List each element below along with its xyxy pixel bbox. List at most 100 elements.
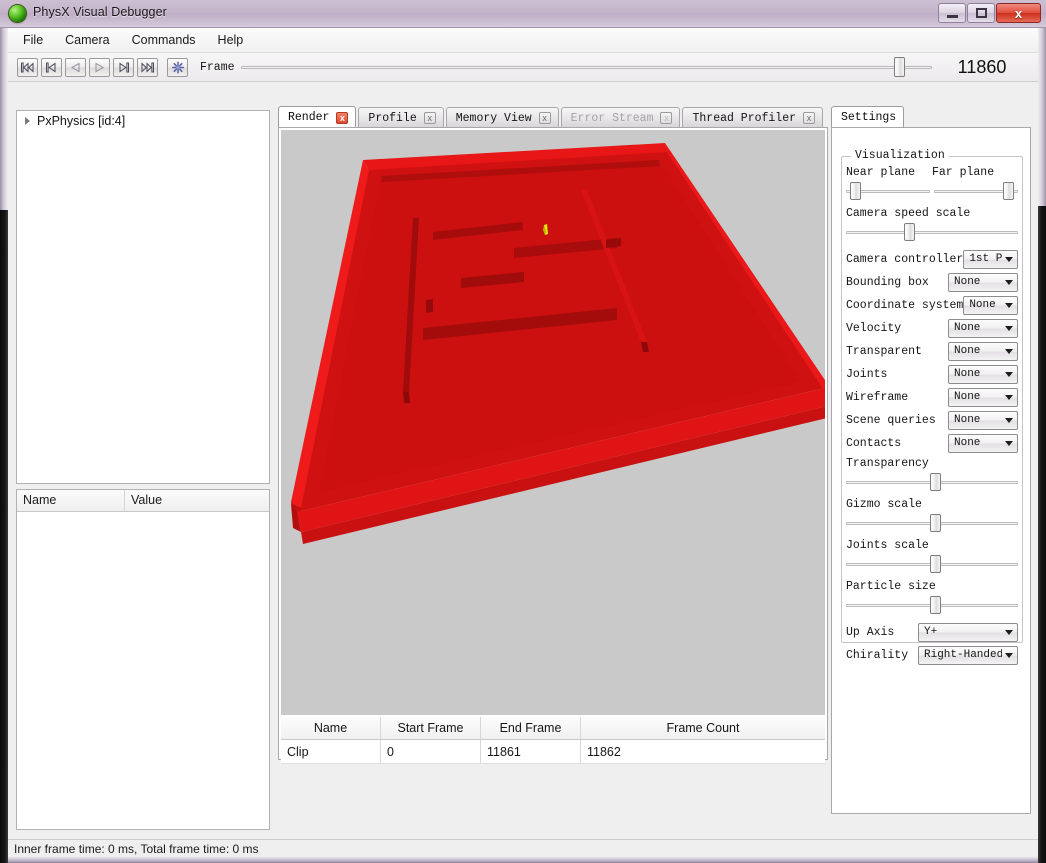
coordinate-system-value: None — [969, 299, 996, 311]
table-row[interactable]: Clip 0 11861 11862 — [281, 740, 825, 764]
camera-speed-slider-track[interactable] — [846, 231, 1018, 234]
frame-slider-thumb[interactable] — [893, 57, 905, 77]
chirality-value: Right-Handed — [924, 649, 1002, 661]
properties-column-value[interactable]: Value — [125, 490, 269, 511]
play-button[interactable] — [89, 57, 110, 77]
camera-speed-slider-thumb[interactable] — [904, 223, 915, 241]
step-back-button[interactable] — [41, 57, 62, 77]
close-button[interactable]: x — [996, 3, 1041, 23]
camera-controller-row: Camera controller 1st Pers — [846, 248, 1018, 270]
tab-settings[interactable]: Settings — [831, 106, 905, 128]
tab-settings-label: Settings — [841, 111, 897, 124]
tab-profile[interactable]: Profile x — [358, 107, 444, 128]
tab-thread-profiler[interactable]: Thread Profiler x — [682, 107, 824, 128]
chevron-down-icon — [1005, 371, 1013, 377]
chevron-down-icon — [1005, 440, 1013, 446]
chirality-label: Chirality — [846, 648, 909, 662]
left-panel: PxPhysics [id:4] Name Value — [8, 82, 270, 839]
wireframe-select[interactable]: None — [948, 387, 1018, 407]
status-text: Inner frame time: 0 ms, Total frame time… — [14, 841, 259, 856]
menu-help[interactable]: Help — [209, 30, 253, 50]
chevron-down-icon — [1005, 417, 1013, 423]
near-plane-slider[interactable] — [846, 181, 930, 201]
tab-render-close-icon[interactable]: x — [336, 111, 349, 124]
menu-file[interactable]: File — [14, 30, 52, 50]
tab-error-stream[interactable]: Error Stream x — [560, 107, 681, 128]
play-reverse-button[interactable] — [65, 57, 86, 77]
contacts-row: Contacts None — [846, 432, 1018, 454]
chirality-select[interactable]: Right-Handed — [918, 645, 1018, 665]
chevron-right-icon[interactable] — [25, 117, 30, 125]
render-viewport[interactable] — [281, 130, 825, 715]
clip-column-name[interactable]: Name — [281, 717, 381, 739]
particle-size-slider[interactable] — [846, 595, 1018, 615]
tab-render-label: Render — [288, 111, 330, 124]
settings-tab-bar: Settings — [831, 106, 1031, 128]
step-forward-button[interactable] — [113, 57, 134, 77]
tree-item-pxphysics[interactable]: PxPhysics [id:4] — [17, 111, 269, 131]
up-axis-select[interactable]: Y+ — [918, 622, 1018, 642]
tab-memory-view-close-icon[interactable]: x — [538, 112, 551, 124]
window-shadow-right — [1038, 206, 1046, 863]
skip-to-start-button[interactable] — [17, 57, 38, 77]
joints-select[interactable]: None — [948, 364, 1018, 384]
bounding-box-select[interactable]: None — [948, 272, 1018, 292]
clip-column-start-frame[interactable]: Start Frame — [381, 717, 481, 739]
skip-to-end-icon — [141, 61, 154, 73]
camera-speed-slider[interactable] — [846, 222, 1018, 242]
tab-memory-view[interactable]: Memory View x — [445, 107, 559, 128]
restore-button[interactable] — [967, 3, 995, 23]
wireframe-row: Wireframe None — [846, 386, 1018, 408]
contacts-select[interactable]: None — [948, 433, 1018, 453]
camera-speed-label: Camera speed scale — [846, 207, 971, 220]
near-plane-label: Near plane — [846, 166, 916, 179]
tab-profile-label: Profile — [368, 111, 417, 125]
wireframe-label: Wireframe — [846, 390, 909, 404]
frame-slider-track[interactable] — [240, 66, 932, 69]
joints-scale-slider-thumb[interactable] — [930, 555, 941, 573]
tab-error-stream-close-icon[interactable]: x — [660, 112, 673, 124]
velocity-select[interactable]: None — [948, 318, 1018, 338]
transparent-label: Transparent — [846, 344, 922, 358]
particle-size-slider-thumb[interactable] — [930, 596, 941, 614]
skip-to-end-button[interactable] — [137, 57, 158, 77]
camera-controller-select[interactable]: 1st Pers — [963, 249, 1018, 269]
gizmo-scale-slider[interactable] — [846, 513, 1018, 533]
joints-scale-slider[interactable] — [846, 554, 1018, 574]
tab-thread-profiler-close-icon[interactable]: x — [803, 112, 816, 124]
properties-column-name[interactable]: Name — [17, 490, 125, 511]
physx-logo-icon — [9, 5, 26, 22]
status-bar: Inner frame time: 0 ms, Total frame time… — [8, 839, 1038, 857]
clip-cell-start-frame: 0 — [381, 740, 481, 764]
far-plane-slider[interactable] — [934, 181, 1018, 201]
menu-commands[interactable]: Commands — [123, 30, 205, 50]
physics-scene-render — [281, 130, 825, 715]
frame-label: Frame — [200, 60, 235, 74]
coordinate-system-select[interactable]: None — [963, 295, 1018, 315]
clip-column-end-frame[interactable]: End Frame — [481, 717, 581, 739]
menu-bar: File Camera Commands Help — [8, 28, 1038, 53]
tab-profile-close-icon[interactable]: x — [423, 112, 436, 124]
far-plane-slider-thumb[interactable] — [1003, 182, 1014, 200]
visualization-group-content: Near plane Far plane Camera speed scale … — [846, 166, 1018, 667]
joints-scale-label: Joints scale — [846, 539, 929, 552]
coordinate-system-row: Coordinate system None — [846, 294, 1018, 316]
menu-camera[interactable]: Camera — [56, 30, 118, 50]
minimize-button[interactable] — [938, 3, 966, 23]
scene-tree-panel[interactable]: PxPhysics [id:4] — [16, 110, 270, 484]
connect-button[interactable] — [167, 57, 188, 77]
transparency-slider[interactable] — [846, 472, 1018, 492]
scene-queries-select[interactable]: None — [948, 410, 1018, 430]
clip-table-header: Name Start Frame End Frame Frame Count — [281, 717, 825, 740]
frame-slider[interactable] — [240, 57, 932, 77]
tab-error-stream-label: Error Stream — [570, 111, 654, 125]
gizmo-scale-slider-thumb[interactable] — [930, 514, 941, 532]
tab-render[interactable]: Render x — [278, 106, 357, 128]
near-plane-slider-thumb[interactable] — [850, 182, 861, 200]
clip-column-frame-count[interactable]: Frame Count — [581, 717, 825, 739]
chevron-down-icon — [1005, 325, 1013, 331]
transparent-select[interactable]: None — [948, 341, 1018, 361]
transparency-slider-thumb[interactable] — [930, 473, 941, 491]
transparent-value: None — [954, 345, 981, 357]
clip-cell-frame-count: 11862 — [581, 740, 825, 764]
